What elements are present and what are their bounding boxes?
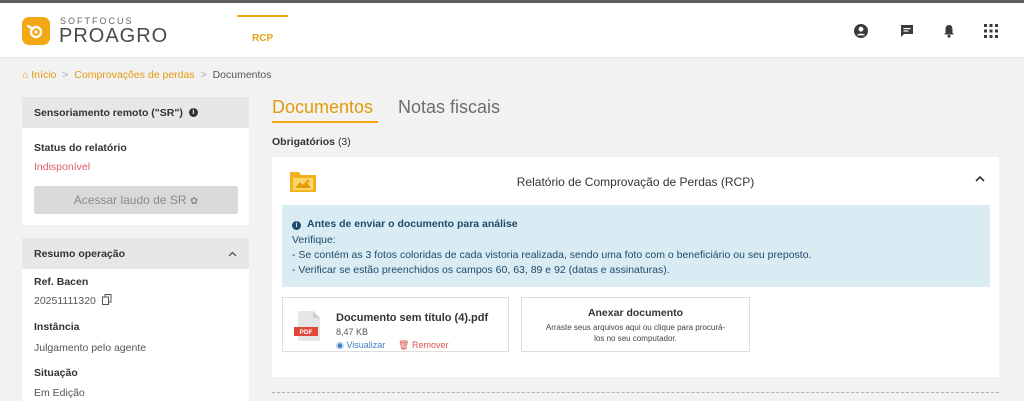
summary-card-title: Resumo operação: [34, 247, 126, 260]
breadcrumb-separator: >: [62, 69, 69, 81]
access-sr-report-label: Acessar laudo de SR: [73, 193, 187, 207]
access-sr-report-button[interactable]: Acessar laudo de SR ✿: [34, 186, 238, 214]
brand-logo-icon[interactable]: [22, 17, 50, 45]
nav-tab-rcp[interactable]: RCP: [237, 15, 288, 58]
ref-bacen-number: 20251111320: [34, 295, 96, 307]
copy-icon[interactable]: [101, 294, 112, 305]
situacao-label: Situação: [34, 367, 78, 379]
panel-title: Relatório de Comprovação de Perdas (RCP): [516, 175, 755, 189]
tab-notas-fiscais[interactable]: Notas fiscais: [398, 97, 500, 118]
chevron-up-icon[interactable]: [975, 175, 985, 182]
tab-active-indicator: [272, 121, 378, 123]
info-icon[interactable]: i: [188, 108, 198, 117]
attach-title: Anexar documento: [587, 307, 684, 319]
sr-status-label: Status do relatório: [34, 142, 127, 154]
apps-grid-icon[interactable]: [983, 23, 999, 39]
attach-description: Arraste seus arquivos aqui ou clique par…: [545, 323, 726, 343]
alert-title-text: Antes de enviar o documento para análise: [307, 218, 518, 230]
breadcrumb-home[interactable]: Início: [31, 69, 56, 81]
pdf-badge-text: PDF: [300, 329, 313, 336]
instancia-value: Julgamento pelo agente: [34, 342, 147, 354]
satellite-icon: ✿: [189, 196, 199, 207]
eye-icon: ◉: [336, 340, 344, 350]
trash-icon: 🗑: [398, 340, 410, 350]
sr-card-header: Sensoriamento remoto ("SR") i: [22, 97, 249, 128]
uploaded-file-card: PDF Documento sem título (4).pdf 8,47 KB…: [282, 297, 509, 352]
remove-file-label: Remover: [411, 340, 449, 350]
alert-line-2: - Se contém as 3 fotos coloridas de cada…: [292, 249, 812, 261]
info-icon: i: [292, 221, 301, 230]
summary-card: Resumo operação Ref. Bacen 20251111320 I…: [22, 238, 249, 401]
rcp-document-panel: Relatório de Comprovação de Perdas (RCP)…: [272, 157, 999, 377]
alert-line-1: Verifique:: [292, 234, 336, 246]
sr-card-title: Sensoriamento remoto ("SR"): [34, 106, 183, 119]
bell-icon[interactable]: [941, 23, 957, 39]
remove-file-link[interactable]: 🗑 Remover: [398, 340, 448, 351]
app-header: SOFTFOCUS PROAGRO RCP: [0, 3, 1024, 58]
user-circle-icon[interactable]: [853, 23, 869, 39]
view-file-link[interactable]: ◉ Visualizar: [336, 340, 385, 351]
file-size: 8,47 KB: [336, 327, 369, 337]
sr-status-value: Indisponível: [34, 161, 91, 173]
chevron-up-icon[interactable]: [228, 251, 237, 257]
tab-documentos[interactable]: Documentos: [272, 97, 373, 118]
alert-line-3: - Verificar se estão preenchidos os camp…: [292, 264, 670, 276]
breadcrumb-comprovacoes[interactable]: Comprovações de perdas: [74, 69, 194, 81]
instancia-label: Instância: [34, 321, 80, 333]
file-name: Documento sem título (4).pdf: [336, 312, 489, 324]
view-file-label: Visualizar: [346, 340, 386, 350]
required-label: Obrigatórios: [272, 136, 336, 148]
attach-document-dropzone[interactable]: Anexar documento Arraste seus arquivos a…: [521, 297, 750, 352]
sr-card: Sensoriamento remoto ("SR") i Status do …: [22, 97, 249, 225]
brand-product: PROAGRO: [59, 25, 169, 47]
info-alert: i Antes de enviar o documento para anális…: [282, 205, 990, 287]
required-count: (3): [337, 136, 351, 148]
breadcrumb: ⌂ Início > Comprovações de perdas > Docu…: [22, 69, 272, 81]
summary-card-header[interactable]: Resumo operação: [22, 238, 249, 269]
home-icon[interactable]: ⌂: [22, 69, 28, 81]
pdf-file-icon: PDF: [294, 311, 320, 341]
ref-bacen-value: 20251111320: [34, 294, 112, 307]
ref-bacen-label: Ref. Bacen: [34, 276, 89, 288]
nav-tab-rcp-label: RCP: [252, 33, 274, 44]
breadcrumb-current: Documentos: [212, 69, 272, 81]
alert-title: i Antes de enviar o documento para anális…: [292, 218, 518, 230]
situacao-value: Em Edição: [34, 387, 85, 399]
required-section-title: Obrigatórios (3): [272, 136, 351, 148]
breadcrumb-separator: >: [200, 69, 207, 81]
next-section-dashed-border: [272, 392, 999, 401]
chat-icon[interactable]: [899, 23, 915, 39]
